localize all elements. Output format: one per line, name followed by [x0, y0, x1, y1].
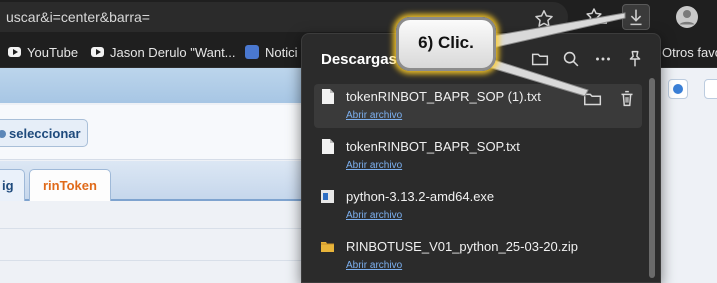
download-item[interactable]: python-3.13.2-amd64.exe Abrir archivo	[314, 184, 642, 228]
callout-bubble: 6) Clic.	[396, 17, 496, 71]
bookmark-jason-derulo[interactable]: Jason Derulo "Want...	[91, 43, 236, 61]
browser-address-bar: uscar&i=center&barra=	[0, 0, 717, 34]
url-text: uscar&i=center&barra=	[6, 9, 150, 25]
bookmark-otros-favoritos[interactable]: Otros favor	[662, 43, 717, 61]
delete-icon[interactable]	[616, 88, 638, 110]
exe-file-icon	[321, 190, 334, 203]
text-file-icon	[322, 139, 334, 154]
news-icon	[245, 45, 259, 59]
open-folder-icon[interactable]	[582, 88, 604, 110]
divider	[0, 228, 320, 229]
download-item[interactable]: RINBOTUSE_V01_python_25-03-20.zip Abrir …	[314, 234, 642, 278]
page-right-toolbar	[660, 68, 717, 283]
file-name: tokenRINBOT_BAPR_SOP.txt	[346, 139, 520, 154]
download-item[interactable]: tokenRINBOT_BAPR_SOP (1).txt Abrir archi…	[314, 84, 642, 128]
youtube-icon	[91, 47, 104, 57]
downloads-title: Descargas	[321, 51, 397, 68]
screen: uscar&i=center&barra= YouTube Jason Deru…	[0, 0, 717, 283]
tab-config[interactable]: ig	[0, 169, 25, 201]
open-file-link[interactable]: Abrir archivo	[346, 260, 402, 271]
page-tab-strip: ig rinToken	[0, 161, 320, 201]
clear-button[interactable]	[668, 79, 688, 99]
download-icon[interactable]	[622, 4, 650, 30]
youtube-icon	[8, 47, 21, 57]
more-icon[interactable]	[592, 48, 614, 70]
open-file-link[interactable]: Abrir archivo	[346, 160, 402, 171]
folder-icon[interactable]	[529, 48, 551, 70]
bookmark-label: Notici	[265, 44, 298, 60]
bookmark-label: Otros favor	[662, 44, 717, 60]
close-icon	[673, 84, 683, 94]
favorites-icon[interactable]	[583, 4, 611, 30]
profile-icon[interactable]	[673, 4, 701, 30]
text-file-icon	[322, 89, 334, 104]
bookmark-label: Jason Derulo "Want...	[110, 44, 236, 60]
bookmark-youtube[interactable]: YouTube	[8, 43, 78, 61]
tab-rintoken[interactable]: rinToken	[29, 169, 111, 201]
page-header-bar	[0, 68, 320, 103]
page-side-button[interactable]	[704, 79, 717, 99]
download-item[interactable]: tokenRINBOT_BAPR_SOP.txt Abrir archivo	[314, 134, 642, 178]
zip-folder-icon	[321, 242, 334, 252]
downloads-scrollbar[interactable]	[649, 78, 655, 278]
open-file-link[interactable]: Abrir archivo	[346, 110, 402, 121]
pin-icon[interactable]	[624, 48, 646, 70]
open-file-link[interactable]: Abrir archivo	[346, 210, 402, 221]
select-button[interactable]: seleccionar	[0, 119, 88, 147]
star-icon[interactable]	[533, 8, 555, 30]
bookmark-noticias[interactable]: Notici	[245, 43, 298, 61]
file-name: RINBOTUSE_V01_python_25-03-20.zip	[346, 239, 578, 254]
file-name: python-3.13.2-amd64.exe	[346, 189, 495, 204]
file-name: tokenRINBOT_BAPR_SOP (1).txt	[346, 89, 541, 104]
search-icon[interactable]	[560, 48, 582, 70]
bookmark-label: YouTube	[27, 44, 79, 60]
divider	[0, 260, 320, 261]
